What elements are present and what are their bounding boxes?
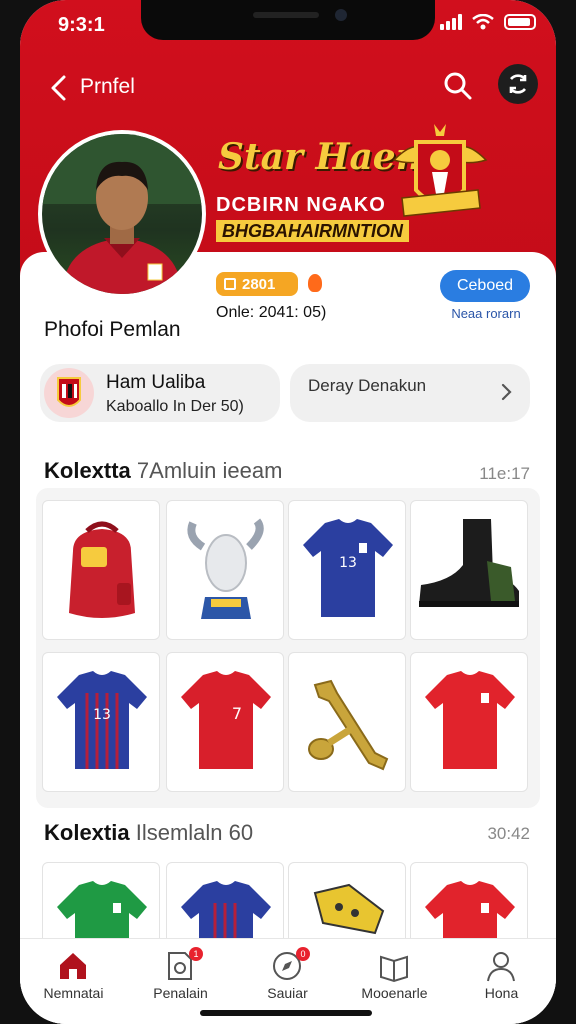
signal-icon [440,14,462,30]
garuda-crest-icon [392,124,488,217]
section1-rest: 7Amluin ieeam [136,458,283,483]
collection-item[interactable] [288,652,406,792]
home-indicator [200,1010,372,1016]
status-time: 9:3:1 [58,14,105,36]
tab-explore-badge: 0 [296,947,310,961]
wifi-icon [472,14,494,30]
section2-time: 30:42 [487,824,530,843]
collection-item[interactable] [410,652,528,792]
more-button[interactable] [498,64,538,104]
banner-line3: BHGBAHAIRMNTION [216,220,409,242]
svg-text:13: 13 [93,707,111,723]
user-icon [487,952,515,982]
badge-icon [224,278,236,290]
red-jersey-icon [425,671,515,769]
member-since: Onle: 2041: 05) [216,304,327,321]
section1-bold: Kolextta [44,458,131,483]
top-bar: Prnfel [20,62,556,108]
speaker [253,12,319,18]
player-photo [42,134,202,294]
back-arrow-icon[interactable] [42,68,82,108]
collection-item[interactable]: 7 [166,652,284,792]
collection-title-2: Kolextia Ilsemlaln 60 [44,820,253,846]
black-boot-icon [419,519,519,607]
section2-rest: Ilsemlaln 60 [135,820,254,845]
svg-text:7: 7 [232,704,242,723]
tab-documents-badge: 1 [189,947,203,961]
tab-profile[interactable]: Hona [448,939,555,1024]
phone-frame: 9:3:1 Prnfel Star Haen DCBIRN NGAKO BHGB… [0,0,576,1024]
red-backpack-icon [69,521,135,618]
tab-explore-label: Sauiar [267,985,308,1001]
svg-text:13: 13 [339,555,357,571]
fire-icon [308,274,322,292]
club-name: Ham Ualiba [106,372,206,393]
tab-library-label: Mooenarle [361,985,428,1001]
status-icons [440,14,536,30]
team-banner: Star Haen DCBIRN NGAKO BHGBAHAIRMNTION [216,120,546,250]
search-icon[interactable] [438,66,478,106]
chevron-right-icon [501,383,512,401]
red-jersey-icon: 7 [181,671,271,769]
player-portrait-icon [42,134,202,294]
club-card[interactable]: Ham Ualiba Kaboallo In Der 50) [40,364,280,422]
collection-item[interactable] [410,500,528,640]
banner-line2: DCBIRN NGAKO [216,194,386,216]
collection-item[interactable]: 13 [288,500,406,640]
badge-value: 2801 [242,275,276,293]
collection-title-1: Kolextta 7Amluin ieeam [44,458,282,484]
section2-bold: Kolextia [44,820,130,845]
tab-documents-label: Penalain [153,985,208,1001]
collection-item[interactable] [166,500,284,640]
club-sub: Kaboallo In Der 50) [106,398,244,415]
details-pill[interactable]: Deray Denakun [290,364,530,422]
refresh-icon [509,74,527,94]
tab-profile-label: Hona [484,985,519,1001]
home-icon [60,953,86,979]
tab-home-label: Nemnatai [43,985,104,1001]
level-badge: 2801 [216,272,298,296]
collection-item[interactable]: 13 [42,652,160,792]
blue-striped-jersey-icon: 13 [57,671,147,769]
camera [335,9,347,21]
profile-name: Phofoi Pemlan [44,318,181,341]
details-label: Deray Denakun [308,376,427,395]
blue-jersey-icon: 13 [303,519,393,617]
battery-icon [504,14,536,30]
book-icon [380,955,408,983]
trophy-icon [187,518,264,619]
follow-sub-link[interactable]: Neaa rorarn [440,306,532,321]
screen: 9:3:1 Prnfel Star Haen DCBIRN NGAKO BHGB… [20,0,556,1024]
notch [141,0,435,40]
page-title: Prnfel [80,75,135,98]
avatar[interactable] [38,130,206,298]
collection-item[interactable] [42,500,160,640]
section1-time: 11e:17 [479,464,530,483]
follow-button[interactable]: Ceboed [440,270,530,302]
club-logo-icon [44,368,94,418]
gold-key-icon [308,679,389,771]
tab-home[interactable]: Nemnatai [20,939,127,1024]
